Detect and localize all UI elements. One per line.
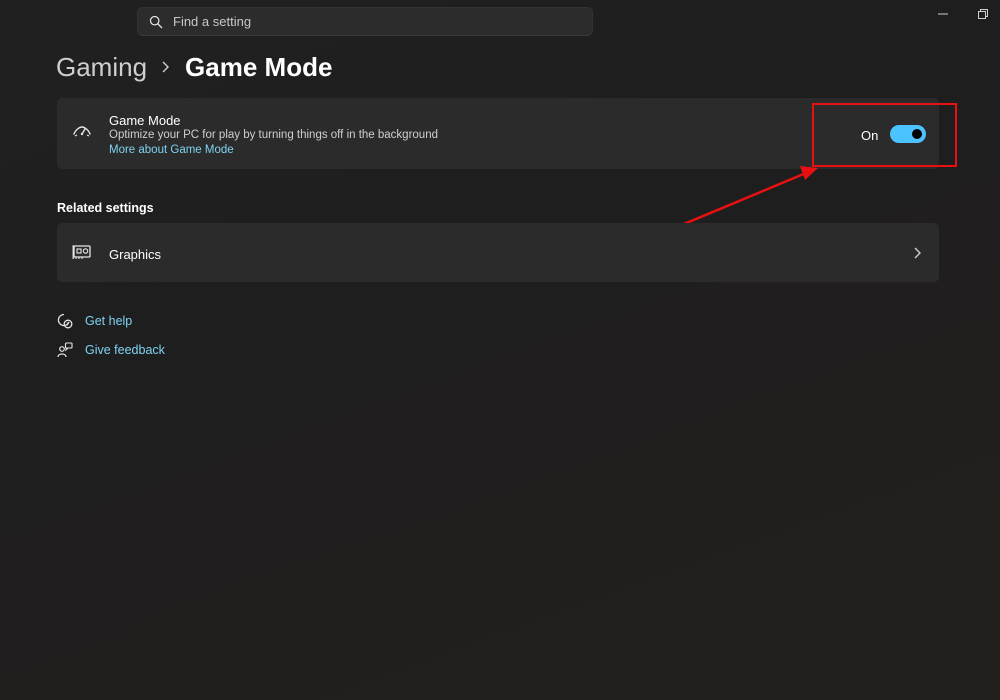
breadcrumb: Gaming Game Mode bbox=[56, 50, 332, 84]
annotation-highlight-box bbox=[812, 103, 957, 167]
get-help-link[interactable]: ? Get help bbox=[56, 312, 132, 330]
related-settings-heading: Related settings bbox=[57, 201, 154, 215]
give-feedback-link[interactable]: Give feedback bbox=[56, 341, 165, 359]
search-input[interactable]: Find a setting bbox=[173, 14, 251, 29]
get-help-label[interactable]: Get help bbox=[85, 314, 132, 328]
chevron-right-icon bbox=[914, 247, 921, 259]
graphics-label: Graphics bbox=[109, 247, 162, 262]
minimize-button[interactable] bbox=[933, 6, 953, 22]
restore-icon bbox=[978, 9, 988, 19]
svg-text:?: ? bbox=[66, 322, 69, 328]
game-mode-description: Optimize your PC for play by turning thi… bbox=[109, 129, 438, 141]
page-title: Game Mode bbox=[185, 51, 333, 82]
settings-window: Find a setting Gaming Game Mode Game Mod… bbox=[0, 0, 1000, 700]
search-icon bbox=[149, 15, 163, 28]
minimize-icon bbox=[938, 13, 948, 15]
more-about-game-mode-link[interactable]: More about Game Mode bbox=[109, 144, 234, 156]
game-mode-icon bbox=[73, 126, 91, 137]
search-box[interactable]: Find a setting bbox=[137, 7, 593, 36]
game-mode-title: Game Mode bbox=[109, 113, 181, 128]
graphics-card-icon bbox=[72, 245, 91, 259]
restore-button[interactable] bbox=[973, 6, 993, 22]
get-help-icon: ? bbox=[56, 312, 74, 330]
give-feedback-icon bbox=[56, 341, 74, 359]
give-feedback-label[interactable]: Give feedback bbox=[85, 343, 165, 357]
graphics-settings-item[interactable]: Graphics bbox=[57, 223, 939, 282]
game-mode-card: Game Mode Optimize your PC for play by t… bbox=[57, 98, 939, 169]
breadcrumb-gaming[interactable]: Gaming bbox=[56, 52, 147, 83]
chevron-right-icon bbox=[151, 60, 181, 74]
